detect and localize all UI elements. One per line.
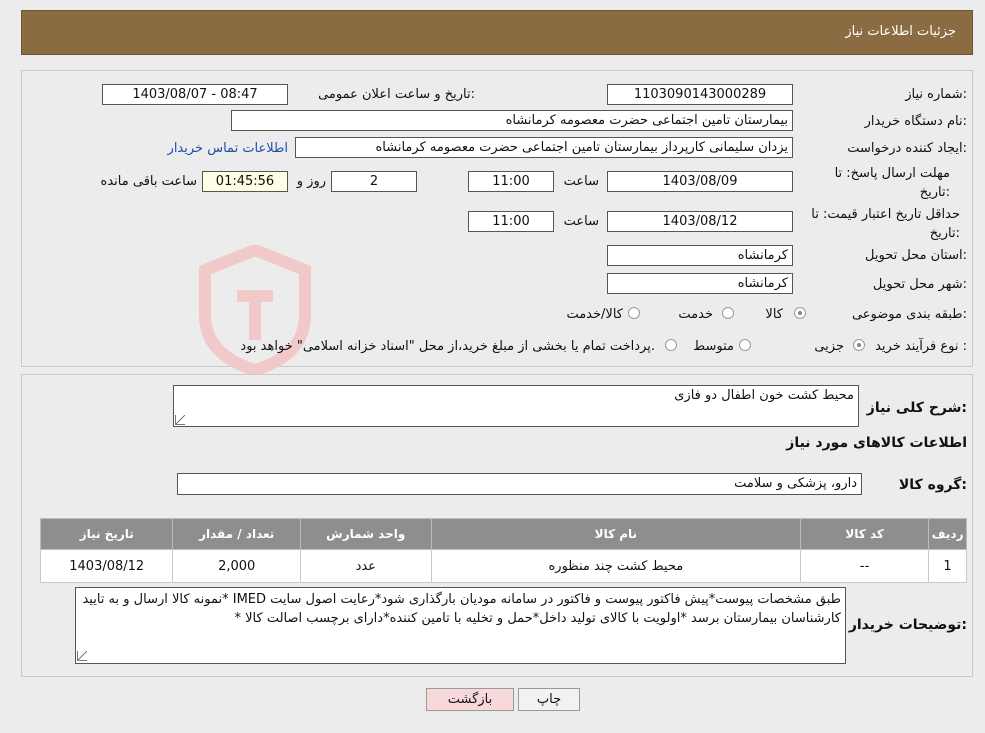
column-header: تاریخ نیاز	[39, 518, 174, 550]
need-description-field: محیط کشت خون اطفال دو فازی	[173, 385, 859, 427]
process-option-minor: جزیی	[814, 339, 844, 354]
deadline-date-field: 1403/08/09	[607, 171, 793, 192]
items-table: ردیف کد کالا نام کالا واحد شمارش تعداد /…	[39, 518, 967, 583]
buyer-field: بیمارستان تامین اجتماعی حضرت معصومه کرما…	[231, 110, 793, 131]
city-label: شهر محل تحویل:	[872, 277, 967, 292]
need-number-label: شماره نیاز:	[905, 87, 967, 102]
process-radio-medium[interactable]	[739, 339, 751, 351]
city-field: کرمانشاه	[607, 273, 793, 294]
items-table-wrapper: ردیف کد کالا نام کالا واحد شمارش تعداد /…	[39, 518, 967, 583]
need-number-field: 1103090143000289	[607, 84, 793, 105]
process-note: پرداخت تمام یا بخشی از مبلغ خرید،از محل …	[240, 339, 655, 354]
category-option-goods-service: کالا/خدمت	[566, 307, 623, 322]
validity-time-field: 11:00	[468, 211, 554, 232]
table-cell: عدد	[299, 549, 432, 583]
buyer-notes-label: توضیحات خریدار:	[848, 617, 967, 633]
days-field: 2	[331, 171, 417, 192]
category-radio-goods-service[interactable]	[628, 307, 640, 319]
table-cell: 1	[928, 549, 967, 583]
page-title: جزئیات اطلاعات نیاز	[845, 24, 956, 39]
resize-grip-icon[interactable]	[77, 651, 87, 661]
days-label: روز و	[296, 174, 326, 189]
table-cell: 2,000	[172, 549, 301, 583]
page-header: جزئیات اطلاعات نیاز	[21, 10, 973, 55]
column-header: کد کالا	[800, 518, 930, 550]
deadline-time-label: ساعت	[563, 174, 599, 189]
process-label: نوع فرآیند خرید :	[875, 339, 967, 354]
deadline-time-field: 11:00	[468, 171, 554, 192]
validity-time-label: ساعت	[563, 214, 599, 229]
province-field: کرمانشاه	[607, 245, 793, 266]
column-header: تعداد / مقدار	[172, 518, 301, 550]
buyer-label: نام دستگاه خریدار:	[864, 114, 967, 129]
creator-label: ایجاد کننده درخواست:	[847, 141, 967, 156]
category-option-service: خدمت	[678, 307, 713, 322]
table-cell: محیط کشت چند منظوره	[430, 549, 802, 583]
category-radio-service[interactable]	[722, 307, 734, 319]
column-header: نام کالا	[430, 518, 802, 550]
process-radio-minor[interactable]	[853, 339, 865, 351]
creator-field: یزدان سلیمانی کارپرداز بیمارستان تامین ا…	[295, 137, 793, 158]
remaining-time-field: 01:45:56	[202, 171, 288, 192]
resize-grip-icon[interactable]	[175, 415, 185, 425]
category-radio-goods[interactable]	[794, 307, 806, 319]
goods-group-field: دارو، پزشکی و سلامت	[177, 473, 862, 495]
buyer-notes-field: طبق مشخصات پیوست*پیش فاکتور پیوست و فاکت…	[75, 587, 846, 664]
deadline-label: مهلت ارسال پاسخ: تا تاریخ:	[834, 166, 950, 200]
announce-label: تاریخ و ساعت اعلان عمومی:	[318, 87, 475, 102]
table-header-row: ردیف کد کالا نام کالا واحد شمارش تعداد /…	[39, 518, 967, 550]
column-header: ردیف	[928, 518, 967, 550]
category-option-goods: کالا	[765, 307, 783, 322]
province-label: استان محل تحویل:	[865, 248, 967, 263]
need-description-label: شرح کلی نیاز:	[866, 400, 967, 416]
goods-info-heading: اطلاعات کالاهای مورد نیاز	[786, 435, 967, 451]
process-radio-treasury[interactable]	[665, 339, 677, 351]
announce-field: 1403/08/07 - 08:47	[102, 84, 288, 105]
category-label: طبقه بندی موضوعی:	[851, 307, 967, 322]
column-header: واحد شمارش	[299, 518, 432, 550]
table-cell: 1403/08/12	[39, 549, 174, 583]
table-cell: --	[800, 549, 930, 583]
contact-info-link[interactable]: اطلاعات تماس خریدار	[168, 141, 288, 156]
validity-label: حداقل تاریخ اعتبار قیمت: تا تاریخ:	[811, 207, 960, 241]
table-row: 1 -- محیط کشت چند منظوره عدد 2,000 1403/…	[39, 549, 967, 583]
goods-group-label: گروه کالا:	[898, 477, 967, 493]
back-button[interactable]: بازگشت	[426, 688, 514, 711]
validity-date-field: 1403/08/12	[607, 211, 793, 232]
remaining-label: ساعت باقی مانده	[100, 174, 197, 189]
process-option-medium: متوسط	[693, 339, 734, 354]
print-button[interactable]: چاپ	[518, 688, 580, 711]
